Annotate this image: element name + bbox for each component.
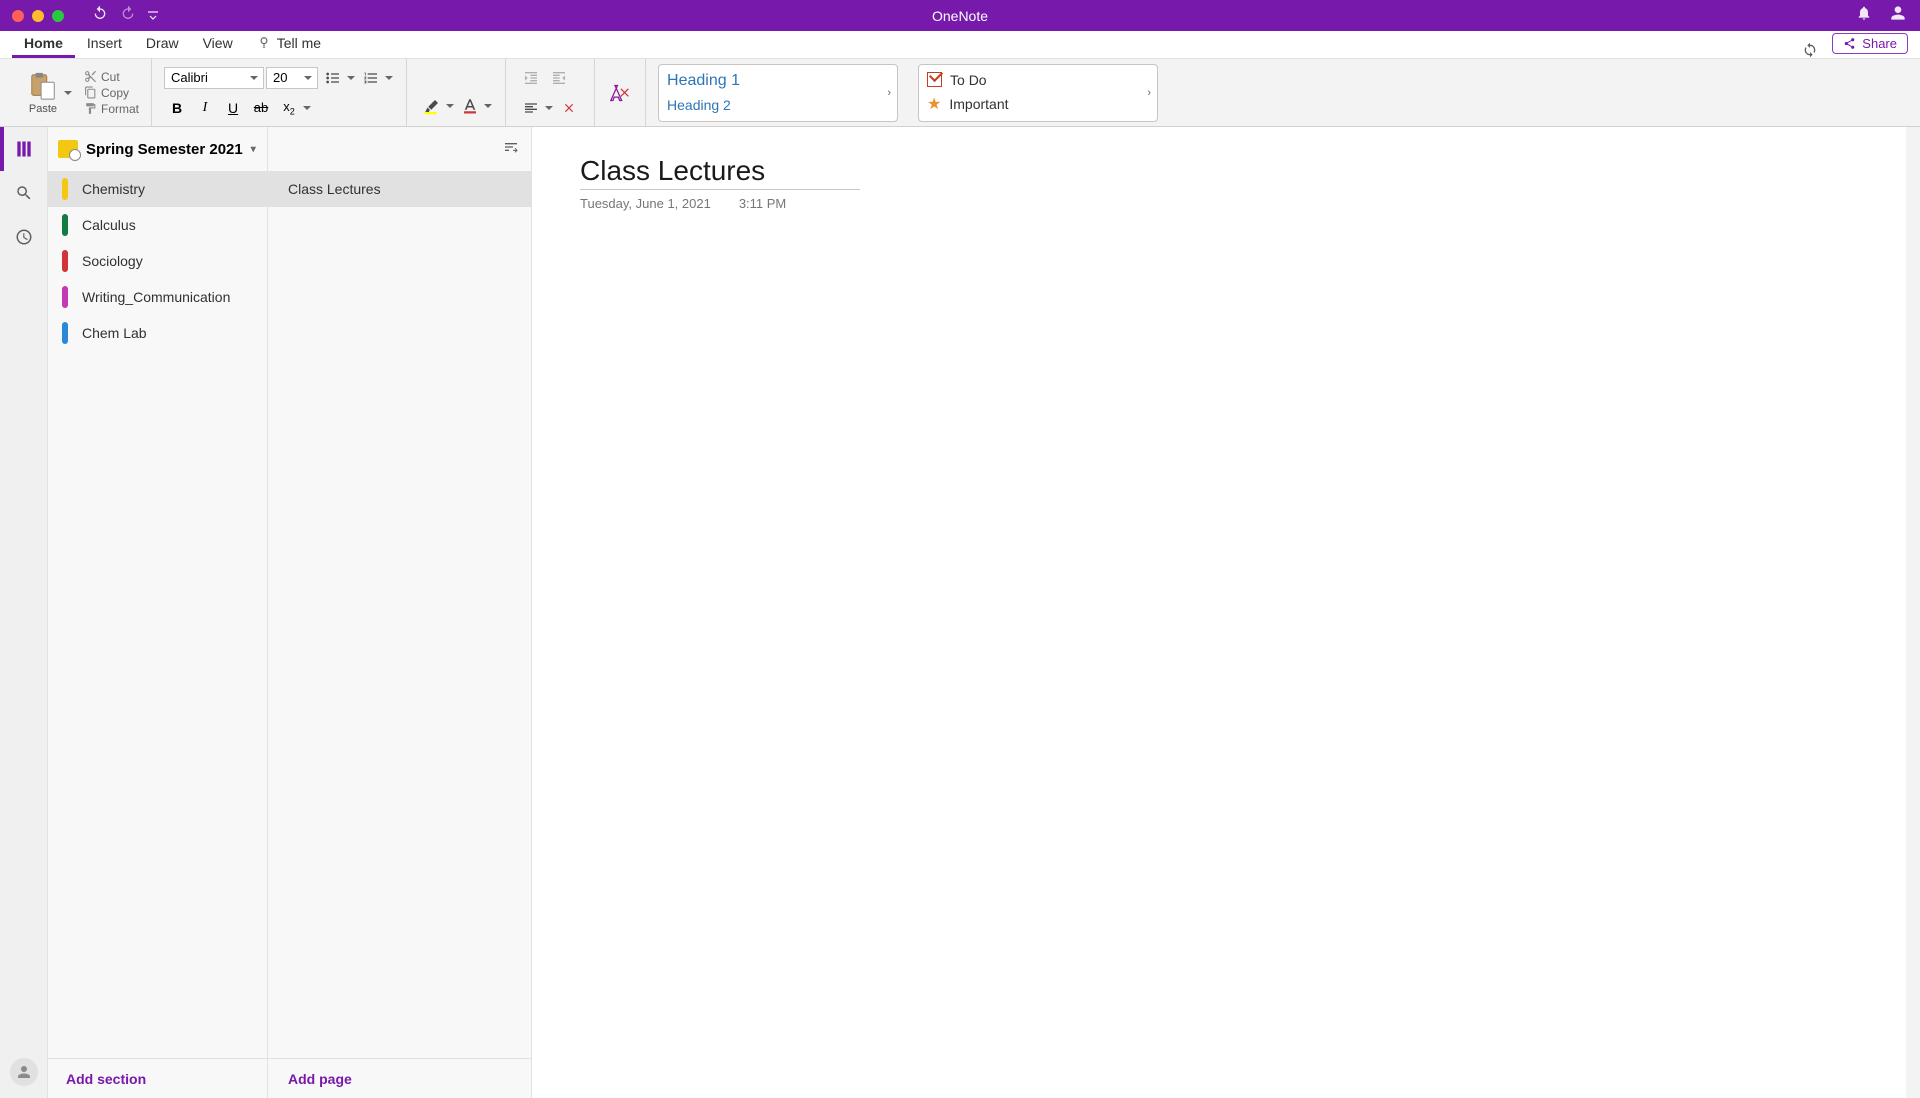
section-label: Chem Lab (82, 325, 147, 341)
section-label: Chemistry (82, 181, 145, 197)
sync-button[interactable] (1802, 42, 1818, 58)
highlight-button[interactable] (419, 93, 455, 119)
subscript-button[interactable]: x2 (276, 95, 312, 121)
tab-view[interactable]: View (191, 31, 245, 58)
paste-label: Paste (29, 103, 57, 115)
qat-dropdown[interactable] (148, 7, 158, 25)
page-title[interactable]: Class Lectures (580, 155, 860, 190)
cut-button[interactable]: Cut (84, 70, 139, 84)
add-section-button[interactable]: Add section (48, 1058, 267, 1098)
styles-expand-icon[interactable]: › (887, 87, 891, 99)
tags-expand-icon[interactable]: › (1147, 87, 1151, 99)
section-item[interactable]: Chem Lab (48, 315, 267, 351)
tab-draw[interactable]: Draw (134, 31, 191, 58)
minimize-window-button[interactable] (32, 10, 44, 22)
page-time: 3:11 PM (739, 196, 786, 211)
undo-button[interactable] (92, 5, 108, 26)
notebook-picker[interactable]: Spring Semester 2021 ▾ (48, 127, 267, 171)
add-page-button[interactable]: Add page (268, 1058, 531, 1098)
tag-important-label: Important (949, 96, 1008, 112)
sections-pane: Spring Semester 2021 ▾ Chemistry Calculus… (48, 127, 268, 1098)
section-item[interactable]: Chemistry (48, 171, 267, 207)
tags-gallery[interactable]: To Do ★ Important › (918, 64, 1158, 122)
numbering-button[interactable] (358, 65, 394, 91)
section-label: Sociology (82, 253, 143, 269)
tellme-label: Tell me (277, 35, 321, 51)
format-painter-button[interactable]: Format (84, 102, 139, 116)
close-window-button[interactable] (12, 10, 24, 22)
page-meta: Tuesday, June 1, 2021 3:11 PM (580, 196, 1872, 211)
share-button[interactable]: Share (1832, 33, 1908, 54)
app-title: OneNote (932, 8, 988, 24)
pages-pane: Class Lectures Add page (268, 127, 532, 1098)
sort-pages-button[interactable] (503, 139, 519, 160)
notebook-name: Spring Semester 2021 (86, 141, 243, 158)
ribbon-tabs: Home Insert Draw View Tell me Share (0, 31, 1920, 59)
notebook-icon (58, 140, 78, 158)
star-icon: ★ (927, 94, 941, 114)
styles-gallery[interactable]: Heading 1 Heading 2 › (658, 64, 898, 122)
rail-notebooks[interactable] (0, 127, 48, 171)
font-color-button[interactable] (457, 93, 493, 119)
clear-formatting-button[interactable] (607, 80, 633, 106)
rail-search[interactable] (0, 171, 48, 215)
section-color-tab (62, 214, 68, 236)
format-label: Format (101, 102, 139, 116)
navigation-rail (0, 127, 48, 1098)
section-color-tab (62, 178, 68, 200)
underline-button[interactable]: U (220, 95, 246, 121)
section-label: Calculus (82, 217, 136, 233)
section-item[interactable]: Writing_Communication (48, 279, 267, 315)
delete-button[interactable] (556, 95, 582, 121)
italic-button[interactable]: I (192, 95, 218, 121)
align-button[interactable] (518, 95, 554, 121)
page-canvas[interactable]: Class Lectures Tuesday, June 1, 2021 3:1… (532, 127, 1920, 1098)
main-area: Spring Semester 2021 ▾ Chemistry Calculus… (0, 127, 1920, 1098)
section-label: Writing_Communication (82, 289, 230, 305)
user-avatar[interactable] (10, 1058, 38, 1086)
rail-recent[interactable] (0, 215, 48, 259)
section-item[interactable]: Calculus (48, 207, 267, 243)
font-size-input[interactable] (266, 67, 318, 89)
font-name-input[interactable] (164, 67, 264, 89)
page-item[interactable]: Class Lectures (268, 171, 531, 207)
chevron-down-icon: ▾ (251, 144, 256, 155)
tab-insert[interactable]: Insert (75, 31, 134, 58)
section-color-tab (62, 250, 68, 272)
vertical-scrollbar[interactable] (1906, 127, 1920, 1098)
style-heading1[interactable]: Heading 1 (667, 72, 889, 90)
cut-label: Cut (101, 70, 120, 84)
bold-button[interactable]: B (164, 95, 190, 121)
maximize-window-button[interactable] (52, 10, 64, 22)
copy-label: Copy (101, 86, 129, 100)
section-color-tab (62, 286, 68, 308)
account-icon[interactable] (1888, 3, 1908, 28)
indent-button[interactable] (546, 65, 572, 91)
tag-todo-label: To Do (950, 72, 987, 88)
page-date: Tuesday, June 1, 2021 (580, 196, 711, 211)
section-item[interactable]: Sociology (48, 243, 267, 279)
tab-home[interactable]: Home (12, 31, 75, 58)
tab-tellme[interactable]: Tell me (245, 31, 333, 58)
titlebar: OneNote (0, 0, 1920, 31)
strikethrough-button[interactable]: ab (248, 95, 274, 121)
share-label: Share (1862, 36, 1897, 51)
outdent-button[interactable] (518, 65, 544, 91)
tag-todo[interactable]: To Do (927, 72, 1149, 88)
ribbon: Paste Cut Copy Format B I U ab x2 (0, 59, 1920, 127)
style-heading2[interactable]: Heading 2 (667, 97, 889, 113)
paste-button[interactable]: Paste (28, 71, 58, 115)
copy-button[interactable]: Copy (84, 86, 139, 100)
section-color-tab (62, 322, 68, 344)
notifications-icon[interactable] (1856, 5, 1872, 26)
bullets-button[interactable] (320, 65, 356, 91)
redo-button[interactable] (120, 5, 136, 26)
window-controls (12, 10, 64, 22)
checkbox-icon (927, 72, 942, 87)
paste-dropdown[interactable] (64, 84, 72, 102)
tag-important[interactable]: ★ Important (927, 94, 1149, 114)
